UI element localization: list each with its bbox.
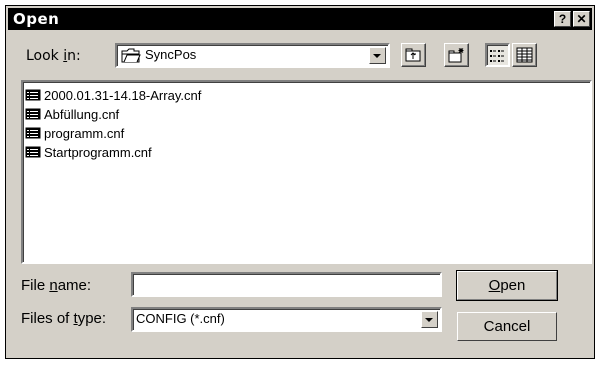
config-file-icon — [25, 108, 41, 120]
file-type-label-text: Files of — [21, 310, 74, 327]
file-name-label-text: File — [21, 277, 50, 294]
file-name-text: Startprogramm.cnf — [44, 144, 152, 160]
file-type-value: CONFIG (*.cnf) — [136, 311, 225, 326]
file-name-label: File name: — [21, 277, 91, 294]
details-view-icon — [516, 47, 533, 63]
file-name-text: 2000.01.31-14.18-Array.cnf — [44, 87, 202, 103]
open-button-accel: O — [488, 277, 501, 294]
up-folder-icon — [405, 48, 421, 62]
cancel-button[interactable]: Cancel — [456, 311, 558, 342]
look-in-dropdown-button[interactable] — [369, 47, 386, 64]
window-title: Open — [13, 10, 60, 28]
file-type-label: Files of type: — [21, 310, 106, 327]
look-in-value: SyncPos — [145, 47, 197, 62]
file-list-item[interactable]: Abfüllung.cnf — [25, 105, 119, 123]
help-icon: ? — [558, 12, 567, 26]
file-list-item[interactable]: Startprogramm.cnf — [25, 143, 152, 161]
list-view-button[interactable] — [485, 43, 510, 67]
details-view-button[interactable] — [512, 43, 537, 67]
file-list-item[interactable]: 2000.01.31-14.18-Array.cnf — [25, 86, 201, 104]
file-type-dropdown-button[interactable] — [421, 311, 438, 328]
cancel-button-label: Cancel — [483, 318, 531, 335]
config-file-icon — [25, 89, 41, 101]
file-type-label-text-2: ype: — [77, 310, 107, 327]
look-in-label-text: Look — [26, 48, 64, 64]
look-in-combo[interactable]: SyncPos — [115, 43, 390, 68]
file-name-label-text-2: ame: — [57, 277, 92, 294]
file-name-text: Abfüllung.cnf — [44, 106, 120, 122]
open-button[interactable]: Open — [456, 270, 558, 301]
open-button-label-text: pen — [500, 277, 526, 294]
close-icon: ✕ — [576, 12, 587, 26]
look-in-label: Look in: — [26, 48, 81, 64]
file-name-input[interactable] — [131, 272, 442, 297]
list-view-icon — [490, 50, 504, 62]
help-button[interactable]: ? — [554, 11, 571, 27]
open-button-label: Open — [489, 277, 526, 294]
file-list[interactable]: 2000.01.31-14.18-Array.cnf Abfüllung.cnf p… — [21, 80, 592, 264]
file-list-item[interactable]: programm.cnf — [25, 124, 124, 142]
create-new-folder-button[interactable] — [444, 43, 469, 67]
file-name-text: programm.cnf — [44, 125, 125, 141]
new-folder-icon — [448, 48, 464, 63]
config-file-icon — [25, 146, 41, 158]
folder-icon — [121, 48, 141, 63]
title-bar[interactable]: Open ? ✕ — [8, 8, 592, 30]
file-name-label-accel: n — [49, 277, 58, 294]
config-file-icon — [25, 127, 41, 139]
close-button[interactable]: ✕ — [573, 11, 590, 27]
open-dialog: Open ? ✕ Look in: SyncPos 2000.01.31-14.… — [5, 5, 595, 359]
up-one-level-button[interactable] — [401, 43, 426, 67]
file-type-combo[interactable]: CONFIG (*.cnf) — [131, 307, 442, 332]
look-in-label-text-2: n: — [67, 48, 81, 64]
